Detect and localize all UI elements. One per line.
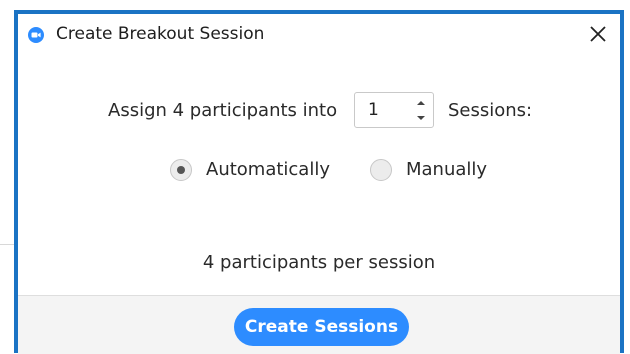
close-icon[interactable]: [586, 22, 610, 46]
assign-row: Assign 4 participants into 1 Sessions:: [18, 92, 620, 132]
zoom-app-icon: [28, 27, 44, 43]
sessions-label: Sessions:: [448, 100, 533, 121]
session-count-stepper[interactable]: 1: [354, 92, 434, 128]
window-title: Create Breakout Session: [56, 24, 265, 44]
assignment-mode-group: Automatically Manually: [18, 154, 620, 190]
manually-radio[interactable]: [370, 159, 392, 181]
automatically-radio[interactable]: [170, 159, 192, 181]
participants-per-session-text: 4 participants per session: [202, 252, 436, 273]
breakout-session-dialog: Create Breakout Session Assign 4 partici…: [14, 10, 624, 354]
manually-label[interactable]: Manually: [406, 159, 487, 180]
title-bar: Create Breakout Session: [18, 14, 620, 54]
chevron-up-icon[interactable]: [413, 96, 429, 110]
dialog-footer: Create Sessions: [18, 295, 620, 354]
assign-label: Assign 4 participants into: [108, 100, 338, 121]
background-divider: [0, 244, 14, 245]
automatically-label[interactable]: Automatically: [206, 159, 330, 180]
chevron-down-icon[interactable]: [413, 111, 429, 125]
session-count-value[interactable]: 1: [368, 100, 379, 120]
create-sessions-button[interactable]: Create Sessions: [234, 308, 409, 346]
